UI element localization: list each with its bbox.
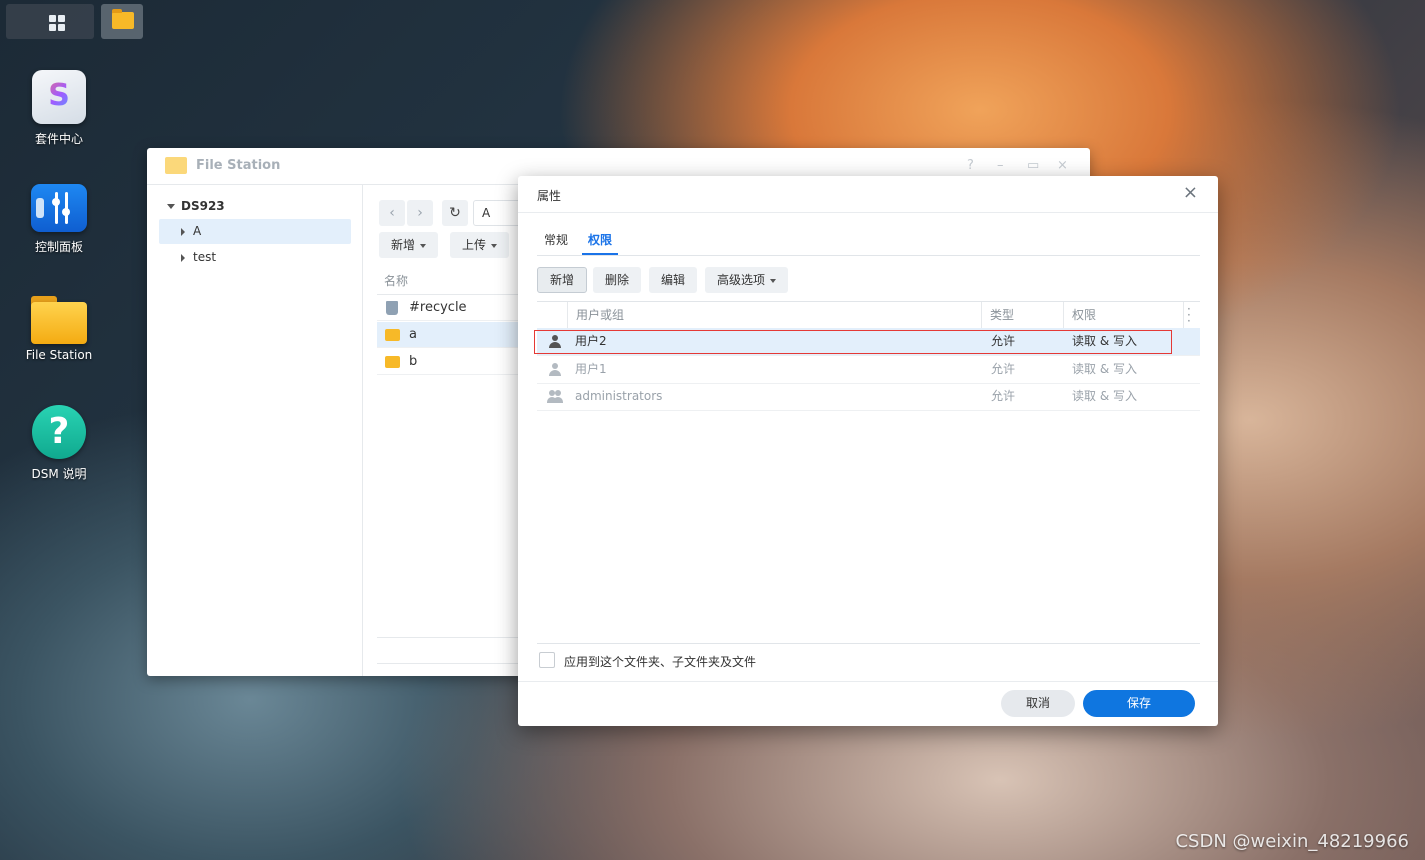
folder-tree: DS923 A test	[147, 185, 363, 676]
permission-type: 允许	[991, 362, 1016, 376]
recycle-bin-icon	[386, 301, 398, 315]
control-panel-icon	[31, 184, 87, 232]
active-tab-indicator	[582, 253, 618, 255]
desktop-icon-label: DSM 说明	[31, 467, 87, 481]
properties-dialog: 属性 × 常规 权限 新增 删除 编辑 高级选项 用户或组 类型 权限 · · · …	[518, 176, 1218, 726]
apply-recursive-checkbox[interactable]	[539, 652, 555, 668]
edit-button[interactable]: 编辑	[649, 267, 698, 293]
desktop-icon-dsm-help[interactable]: ? DSM 说明	[14, 405, 104, 482]
more-vertical-icon: · · ·	[1187, 302, 1191, 328]
advanced-options-button[interactable]: 高级选项	[705, 267, 789, 293]
tab-permissions[interactable]: 权限	[588, 231, 612, 248]
cancel-button[interactable]: 取消	[1001, 690, 1075, 717]
folder-icon	[385, 356, 400, 368]
divider	[518, 681, 1218, 682]
caret-down-icon	[420, 243, 427, 248]
desktop-icon-label: 控制面板	[34, 240, 83, 254]
tabs-divider	[537, 255, 1200, 256]
permission-row-administrators[interactable]: administrators 允许 读取 & 写入	[537, 383, 1200, 411]
folder-icon	[165, 157, 187, 174]
desktop-icon-label: 套件中心	[34, 132, 83, 146]
maximize-button[interactable]: ▭	[1027, 158, 1039, 173]
folder-icon	[112, 9, 134, 29]
delete-button[interactable]: 删除	[593, 267, 642, 293]
chevron-down-icon	[167, 204, 175, 209]
permissions-table-header: 用户或组 类型 权限 · · ·	[537, 301, 1200, 329]
main-menu-icon	[49, 15, 65, 31]
taskbar	[0, 0, 1425, 42]
caret-down-icon	[770, 278, 777, 283]
minimize-button[interactable]: –	[997, 158, 1004, 173]
watermark: CSDN @weixin_48219966	[1175, 831, 1409, 852]
upload-label: 上传	[462, 238, 487, 252]
divider	[537, 643, 1200, 644]
upload-button[interactable]: 上传	[450, 232, 510, 258]
tab-general[interactable]: 常规	[544, 231, 568, 248]
caret-down-icon	[491, 243, 498, 248]
create-button[interactable]: 新增	[379, 232, 439, 258]
desktop-icon-file-station[interactable]: File Station	[14, 296, 104, 362]
save-button[interactable]: 保存	[1083, 690, 1195, 717]
create-label: 新增	[391, 238, 416, 252]
column-header-type[interactable]: 类型	[981, 302, 1064, 328]
desktop-icon-package-center[interactable]: 套件中心	[14, 70, 104, 147]
advanced-options-label: 高级选项	[717, 273, 766, 287]
permission-value: 读取 & 写入	[1072, 389, 1137, 403]
permission-row-user1[interactable]: 用户1 允许 读取 & 写入	[537, 356, 1200, 384]
user-icon	[549, 363, 561, 376]
tree-root[interactable]: DS923	[167, 199, 225, 213]
chevron-right-icon	[181, 253, 185, 262]
file-name: b	[409, 354, 418, 369]
tree-item-test[interactable]: test	[159, 245, 351, 270]
tree-item-label: test	[193, 250, 217, 264]
column-header-user[interactable]: 用户或组	[567, 302, 982, 328]
column-header-permission[interactable]: 权限	[1063, 302, 1182, 328]
desktop-icon-control-panel[interactable]: 控制面板	[14, 184, 104, 255]
chevron-right-icon	[181, 227, 185, 236]
highlight-box	[534, 330, 1172, 354]
refresh-button[interactable]: ↻	[442, 200, 468, 226]
divider	[518, 212, 1218, 213]
forward-button[interactable]: ›	[407, 200, 433, 226]
package-center-icon	[32, 70, 86, 124]
file-name: #recycle	[409, 300, 467, 315]
file-name: a	[409, 327, 417, 342]
main-menu-button[interactable]	[6, 4, 94, 39]
tree-item-label: A	[193, 224, 202, 238]
close-icon[interactable]: ×	[1183, 182, 1198, 203]
window-title: File Station	[196, 158, 281, 173]
close-button[interactable]: ×	[1057, 158, 1068, 173]
permission-value: 读取 & 写入	[1072, 362, 1137, 376]
folder-icon	[31, 296, 87, 344]
back-button[interactable]: ‹	[379, 200, 405, 226]
user-name: 用户1	[575, 362, 607, 376]
dialog-title: 属性	[537, 189, 562, 203]
permission-type: 允许	[991, 389, 1016, 403]
tree-item-a[interactable]: A	[159, 219, 351, 244]
help-button[interactable]: ?	[967, 158, 974, 173]
user-name: administrators	[575, 389, 663, 403]
column-menu-button[interactable]: · · ·	[1183, 302, 1194, 328]
tree-root-label: DS923	[181, 199, 225, 213]
group-icon	[547, 390, 563, 403]
desktop-icon-label: File Station	[25, 348, 93, 362]
help-icon: ?	[32, 405, 86, 459]
taskbar-file-station-button[interactable]	[101, 4, 143, 39]
apply-recursive-label: 应用到这个文件夹、子文件夹及文件	[564, 655, 757, 669]
folder-icon	[385, 329, 400, 341]
create-button[interactable]: 新增	[537, 267, 588, 293]
